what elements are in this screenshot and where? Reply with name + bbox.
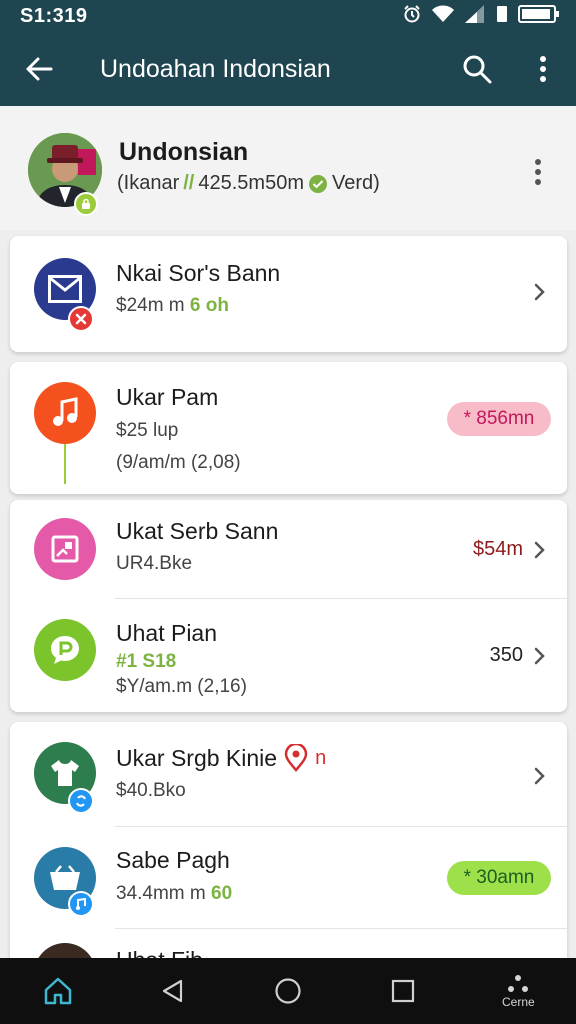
triangle-back-icon xyxy=(162,979,182,1003)
row-icon xyxy=(34,518,96,580)
circle-home-icon xyxy=(275,978,301,1004)
search-icon xyxy=(463,55,492,84)
sim-icon xyxy=(495,4,509,29)
row-title: Ukat Serb Sann xyxy=(116,518,279,544)
system-nav-bar: Cerne xyxy=(0,958,576,1024)
tools-icon xyxy=(75,313,87,325)
nav-back-button[interactable] xyxy=(138,958,208,1024)
row-title: Uhat Pian xyxy=(116,620,218,646)
nav-recents-label: Cerne xyxy=(502,994,535,1009)
basket-icon xyxy=(50,865,80,890)
row-icon xyxy=(34,382,96,444)
verified-check-icon xyxy=(309,174,327,193)
more-vert-icon xyxy=(535,159,541,185)
list-card: Ukar Srgb Kinie n $40.Bko Sabe Pagh 34.4… xyxy=(10,722,567,972)
list-card: Ukar Pam $25 lup (9/am/m (2,08) * 856mn xyxy=(10,362,567,494)
icon-stem xyxy=(64,444,66,484)
location-pin-icon xyxy=(284,744,308,772)
row-badge xyxy=(68,788,94,814)
list-item[interactable]: Ukar Pam $25 lup (9/am/m (2,08) * 856mn xyxy=(10,362,567,494)
row-value: 350 xyxy=(489,644,523,666)
chevron-right-icon xyxy=(534,541,545,559)
app-bar: Undoahan Indonsian xyxy=(0,32,576,106)
chevron-right-icon xyxy=(534,767,545,785)
row-title: Ukar Srgb Kinie n xyxy=(116,744,327,772)
row-title: Nkai Sor's Bann xyxy=(116,260,281,286)
home-icon xyxy=(44,977,71,1005)
shirt-icon xyxy=(51,760,79,786)
row-title: Sabe Pagh xyxy=(116,847,230,873)
list-card: Ukat Serb Sann UR4.Bke $54m Uhat Pian #1… xyxy=(10,500,567,712)
square-overview-icon xyxy=(392,979,415,1003)
status-time: S1:319 xyxy=(20,4,88,27)
nav-home-button[interactable] xyxy=(23,958,93,1024)
list-item[interactable]: Sabe Pagh 34.4mm m 60 * 30amn xyxy=(10,827,567,928)
wifi-icon xyxy=(431,4,455,29)
arrow-left-icon xyxy=(26,57,53,81)
list-card: Nkai Sor's Bann $24m m 6 oh xyxy=(10,236,567,352)
row-badge xyxy=(68,891,94,917)
row-value: $54m xyxy=(472,538,523,560)
nav-overview-button[interactable] xyxy=(368,958,438,1024)
profile-name: Undonsian xyxy=(119,138,249,166)
row-subtitle: $24m m 6 oh xyxy=(116,295,229,316)
list-item[interactable]: Ukat Serb Sann UR4.Bke $54m xyxy=(10,500,567,598)
image-frame-icon xyxy=(51,535,79,563)
profile-more-button[interactable] xyxy=(518,152,558,192)
row-subtitle: UR4.Bke xyxy=(116,553,193,574)
list-item[interactable]: Nkai Sor's Bann $24m m 6 oh xyxy=(10,236,567,352)
row-meta: (9/am/m (2,08) xyxy=(116,452,241,473)
envelope-icon xyxy=(48,275,82,303)
list-item[interactable]: Ukar Srgb Kinie n $40.Bko xyxy=(10,722,567,826)
more-options-button[interactable] xyxy=(510,32,576,106)
sync-icon xyxy=(76,795,86,807)
lock-icon xyxy=(82,198,90,209)
note-icon xyxy=(76,897,86,910)
row-subtitle: 34.4mm m 60 xyxy=(116,883,233,904)
chevron-right-icon xyxy=(534,647,545,665)
row-subtitle: $40.Bko xyxy=(116,780,186,801)
battery-icon xyxy=(518,4,560,29)
alarm-icon xyxy=(402,4,422,29)
list-item[interactable]: Uhat Pian #1 S18 $Y/am.m (2,16) 350 xyxy=(10,599,567,712)
chat-bubble-icon xyxy=(51,636,79,664)
row-badge xyxy=(68,306,94,332)
row-meta: $Y/am.m (2,16) xyxy=(116,676,247,697)
amount-pill: * 30amn xyxy=(447,861,551,895)
profile-header: Undonsian (Ikanar // 425.5m50m Verd) xyxy=(0,106,576,230)
row-title: Ukar Pam xyxy=(116,384,219,410)
amount-pill: * 856mn xyxy=(447,402,551,436)
signal-icon xyxy=(464,4,486,29)
avatar-status-badge xyxy=(74,192,98,216)
nav-home-circle-button[interactable] xyxy=(253,958,323,1024)
search-button[interactable] xyxy=(444,32,510,106)
row-icon xyxy=(34,619,96,681)
dots-grid-icon xyxy=(508,974,529,992)
music-note-icon xyxy=(53,397,78,426)
status-bar: S1:319 xyxy=(0,0,576,32)
status-icons xyxy=(402,4,560,29)
back-button[interactable] xyxy=(0,32,78,106)
profile-subtitle: (Ikanar // 425.5m50m Verd) xyxy=(117,172,380,194)
more-vert-icon xyxy=(540,56,546,82)
chevron-right-icon xyxy=(534,283,545,301)
row-subtitle: #1 S18 xyxy=(116,651,177,672)
page-title: Undoahan Indonsian xyxy=(100,54,331,83)
row-subtitle: $25 lup xyxy=(116,420,179,441)
nav-recents-button[interactable]: Cerne xyxy=(483,958,553,1024)
